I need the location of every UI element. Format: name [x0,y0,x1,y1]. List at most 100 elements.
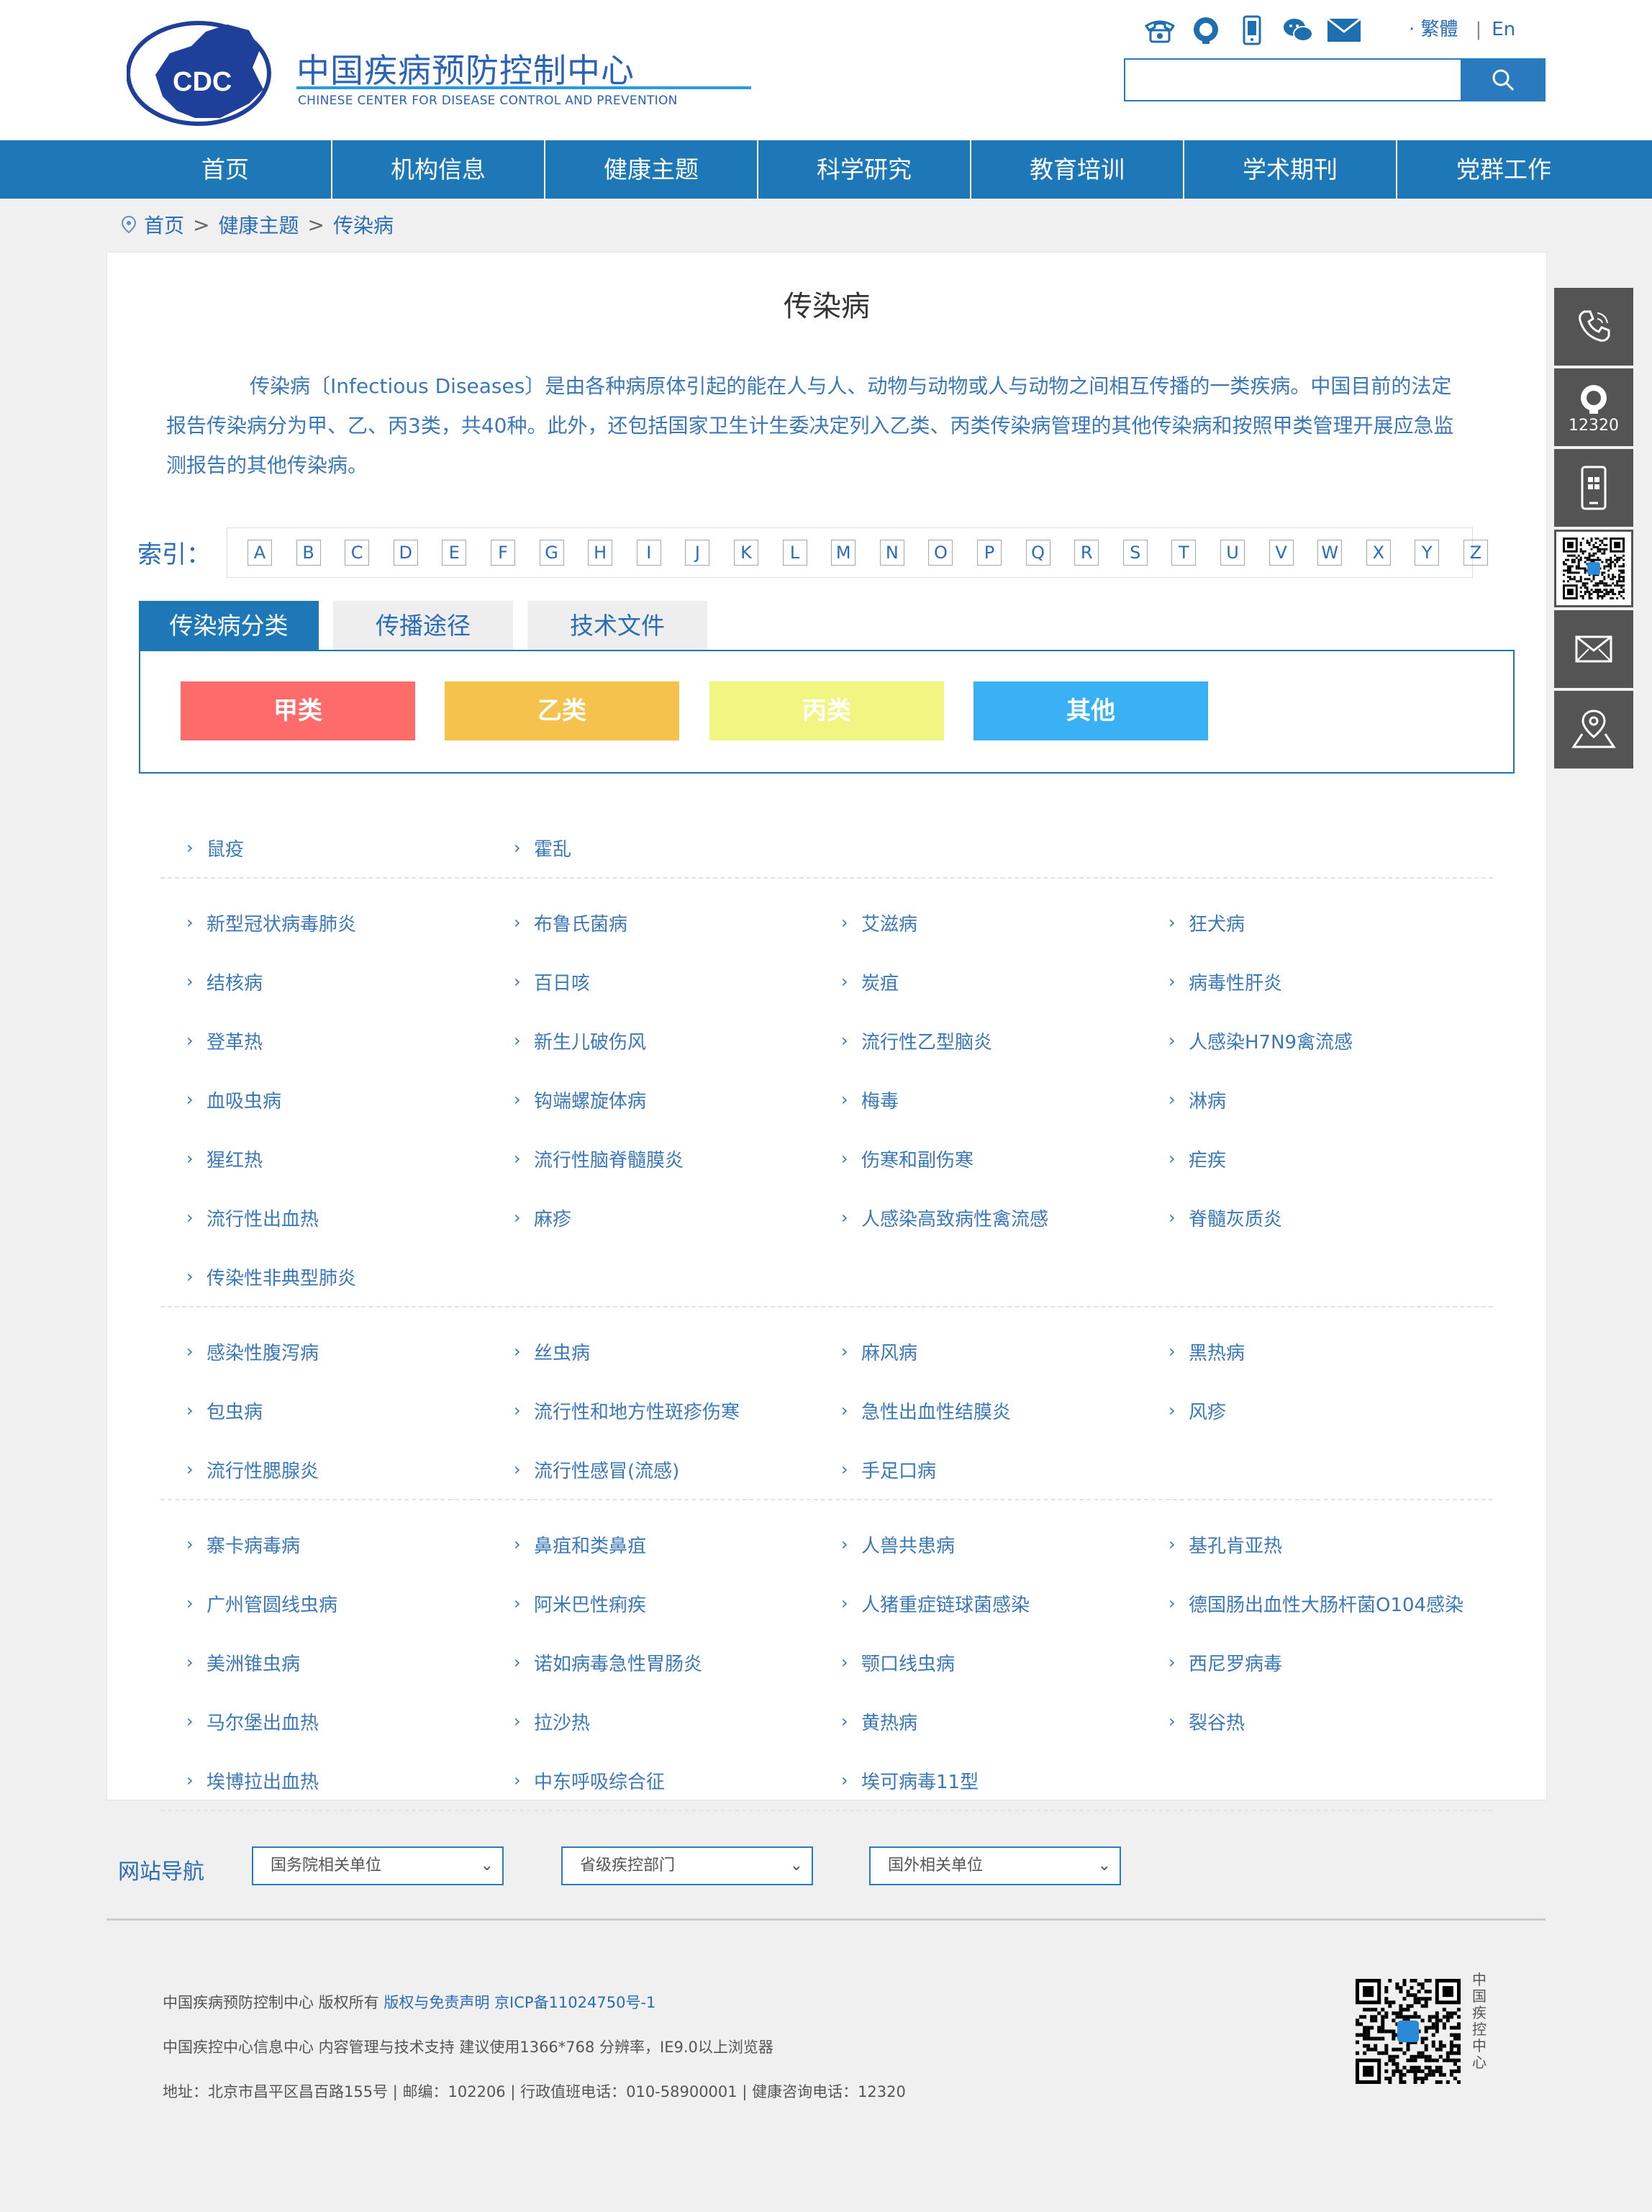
index-letter-y[interactable]: Y [1415,540,1440,566]
index-letter-t[interactable]: T [1171,540,1197,566]
disease-link[interactable]: › 流行性脑脊髓膜炎 [488,1146,815,1172]
disease-link[interactable]: › 人感染高致病性禽流感 [815,1205,1143,1231]
disease-link[interactable]: › 梅毒 [815,1087,1143,1113]
disease-link[interactable]: › 伤寒和副伤寒 [815,1146,1143,1172]
disease-link[interactable]: › 裂谷热 [1143,1708,1470,1735]
disease-link[interactable]: › 流行性腮腺炎 [160,1456,488,1483]
disease-link[interactable]: › 中东呼吸综合征 [488,1767,815,1794]
index-letter-d[interactable]: D [393,540,418,566]
index-letter-f[interactable]: F [491,540,515,566]
disease-link[interactable]: › 结核病 [160,969,488,995]
category-class-b-button[interactable]: 乙类 [445,681,679,740]
disease-link[interactable]: › 阿米巴性痢疾 [488,1590,815,1617]
hotline-icon[interactable] [1187,12,1225,49]
disease-link[interactable]: › 新生儿破伤风 [488,1028,815,1054]
search-input[interactable] [1124,58,1466,101]
index-letter-k[interactable]: K [734,540,758,566]
disease-link[interactable]: › 钩端螺旋体病 [488,1087,815,1113]
disease-link[interactable]: › 猩红热 [160,1146,488,1172]
disease-link[interactable]: › 广州管圆线虫病 [160,1590,488,1617]
disease-link[interactable]: › 人兽共患病 [815,1531,1143,1558]
mail-icon[interactable] [1325,12,1363,49]
disease-link[interactable]: › 丝虫病 [488,1338,815,1365]
index-letter-l[interactable]: L [782,540,807,566]
wechat-icon[interactable] [1279,12,1317,49]
disease-link[interactable]: › 疟疾 [1143,1146,1470,1172]
index-letter-o[interactable]: O [928,540,953,566]
side-hotline-button[interactable]: 12320 [1554,368,1633,446]
disease-link[interactable]: › 传染性非典型肺炎 [160,1264,488,1290]
disclaimer-link[interactable]: 版权与免责声明 [384,1994,489,2011]
nav-item-institution[interactable]: 机构信息 [332,140,545,199]
nav-item-journals[interactable]: 学术期刊 [1184,140,1397,199]
side-map-button[interactable] [1554,691,1633,769]
disease-link[interactable]: › 麻疹 [488,1205,815,1231]
foreign-units-select[interactable]: 国外相关单位 ⌄ [869,1846,1121,1885]
disease-link[interactable]: › 狂犬病 [1143,910,1470,936]
disease-link[interactable]: › 包虫病 [160,1397,488,1424]
index-letter-h[interactable]: H [588,540,613,566]
nav-item-home[interactable]: 首页 [119,140,332,199]
disease-link[interactable]: › 流行性感冒(流感) [488,1456,815,1483]
side-mail-button[interactable] [1554,610,1633,688]
disease-link[interactable]: › 美洲锥虫病 [160,1649,488,1676]
disease-link[interactable]: › 手足口病 [815,1456,1143,1483]
disease-link[interactable]: › 淋病 [1143,1087,1470,1113]
index-letter-s[interactable]: S [1122,540,1148,566]
side-phone-button[interactable] [1554,288,1633,366]
disease-link[interactable]: › 百日咳 [488,969,815,995]
disease-link[interactable]: › 埃可病毒11型 [815,1767,1143,1794]
provincial-cdc-select[interactable]: 省级疾控部门 ⌄ [561,1846,813,1885]
index-letter-v[interactable]: V [1268,540,1294,566]
disease-link[interactable]: › 流行性出血热 [160,1205,488,1231]
index-letter-r[interactable]: R [1074,540,1099,566]
index-letter-n[interactable]: N [879,540,904,566]
index-letter-b[interactable]: B [296,540,321,566]
disease-link[interactable]: › 艾滋病 [815,910,1143,936]
disease-link[interactable]: › 寨卡病毒病 [160,1531,488,1558]
disease-link[interactable]: › 霍乱 [488,835,815,861]
disease-link[interactable]: › 麻风病 [815,1338,1143,1365]
tab-technical-documents[interactable]: 技术文件 [527,601,707,651]
breadcrumb-home[interactable]: 首页 [144,210,184,239]
disease-link[interactable]: › 脊髓灰质炎 [1143,1205,1470,1231]
index-letter-w[interactable]: W [1317,540,1343,566]
disease-link[interactable]: › 流行性乙型脑炎 [815,1028,1143,1054]
disease-link[interactable]: › 拉沙热 [488,1708,815,1735]
disease-link[interactable]: › 马尔堡出血热 [160,1708,488,1735]
disease-link[interactable]: › 人感染H7N9禽流感 [1143,1028,1470,1054]
phone-icon[interactable] [1141,12,1179,49]
breadcrumb-current[interactable]: 传染病 [333,210,394,239]
side-mobile-button[interactable] [1554,449,1633,527]
search-button[interactable] [1461,58,1546,101]
disease-link[interactable]: › 风疹 [1143,1397,1470,1424]
disease-link[interactable]: › 病毒性肝炎 [1143,969,1470,995]
index-letter-u[interactable]: U [1220,540,1245,566]
index-letter-g[interactable]: G [539,540,564,566]
index-letter-j[interactable]: J [685,540,710,566]
index-letter-z[interactable]: Z [1463,540,1488,566]
disease-link[interactable]: › 新型冠状病毒肺炎 [160,910,488,936]
disease-link[interactable]: › 颚口线虫病 [815,1649,1143,1676]
nav-item-party[interactable]: 党群工作 [1397,140,1610,199]
tab-transmission-route[interactable]: 传播途径 [333,601,513,651]
index-letter-p[interactable]: P [977,540,1002,566]
disease-link[interactable]: › 鼠疫 [160,835,488,861]
lang-english-link[interactable]: En [1492,19,1515,40]
category-class-a-button[interactable]: 甲类 [181,681,415,740]
state-council-units-select[interactable]: 国务院相关单位 ⌄ [252,1846,504,1885]
disease-link[interactable]: › 黑热病 [1143,1338,1470,1365]
site-logo[interactable]: CDC 中国疾病预防控制中心 CHINESE CENTER FOR DISEAS… [127,10,751,132]
index-letter-x[interactable]: X [1366,540,1391,566]
disease-link[interactable]: › 埃博拉出血热 [160,1767,488,1794]
category-other-button[interactable]: 其他 [974,681,1208,740]
nav-item-health-topics[interactable]: 健康主题 [545,140,758,199]
disease-link[interactable]: › 布鲁氏菌病 [488,910,815,936]
disease-link[interactable]: › 诺如病毒急性胃肠炎 [488,1649,815,1676]
lang-traditional-link[interactable]: · 繁體 [1409,19,1458,40]
mobile-icon[interactable] [1233,12,1271,49]
disease-link[interactable]: › 人猪重症链球菌感染 [815,1590,1143,1617]
disease-link[interactable]: › 西尼罗病毒 [1143,1649,1470,1676]
category-class-c-button[interactable]: 丙类 [709,681,944,740]
index-letter-m[interactable]: M [831,540,856,566]
